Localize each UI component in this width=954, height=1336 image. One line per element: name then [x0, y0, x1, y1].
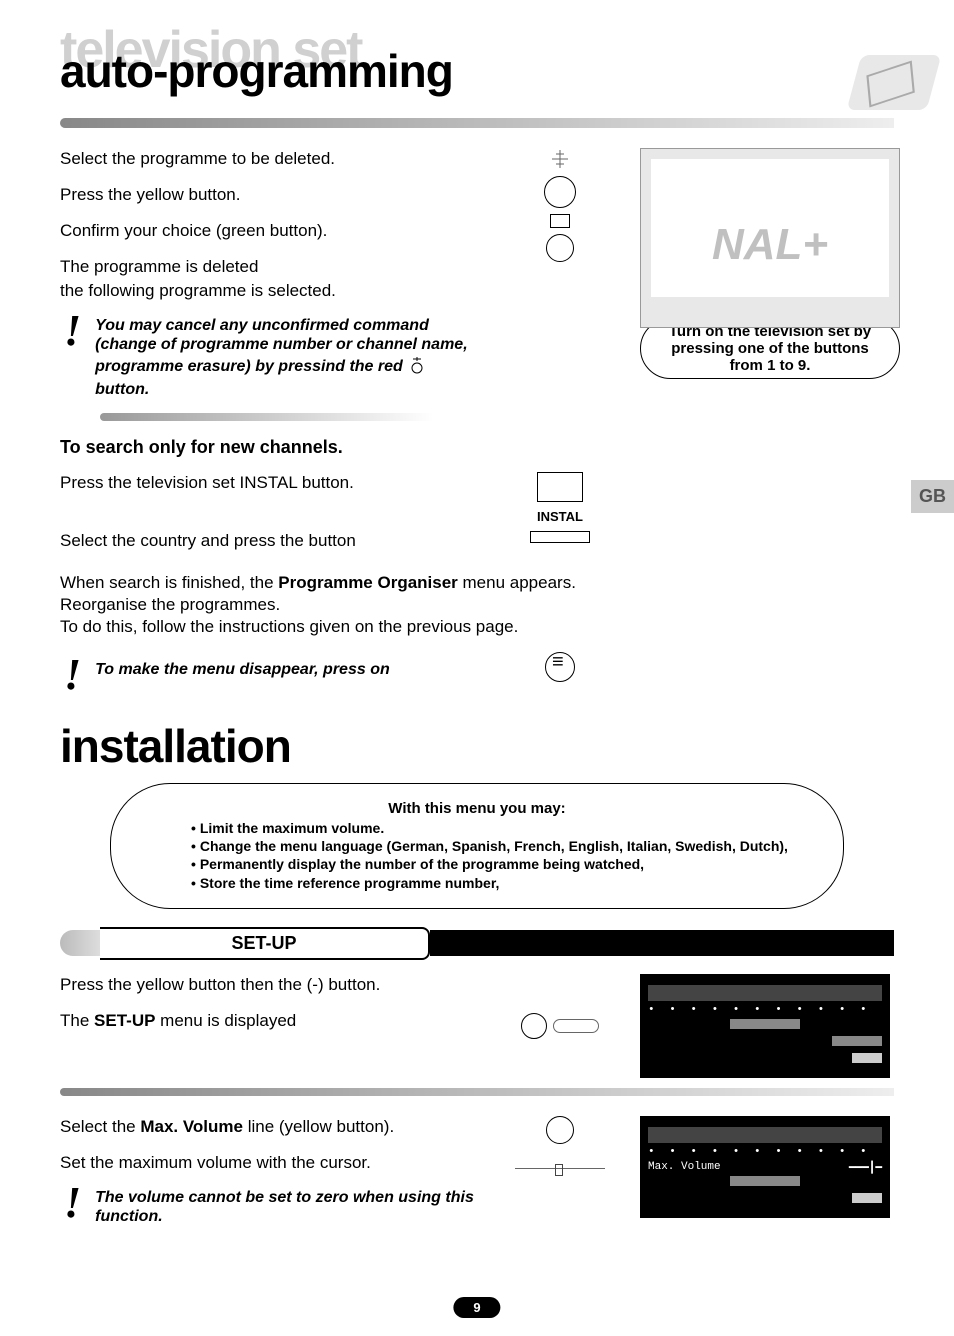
yellow-button-icon: [521, 1013, 547, 1039]
tv-illustration: NAL+: [640, 148, 900, 328]
separator: [60, 118, 894, 128]
red-button-icon: [407, 354, 427, 379]
menu-desc-lead: With this menu you may:: [161, 800, 793, 817]
installation-title: installation: [60, 719, 894, 773]
pencil-icon: [847, 55, 942, 110]
osd-maxvol-label: Max. Volume: [648, 1161, 721, 1173]
setup-banner: SET-UP: [60, 927, 894, 960]
yellow-button-icon: [544, 176, 576, 208]
delete-step-3: Confirm your choice (green button).: [60, 220, 480, 242]
search-step-2: Select the country and press the button: [60, 530, 480, 552]
menu-desc-item: Limit the maximum volume.: [191, 819, 793, 837]
instal-button-icon: [537, 472, 583, 502]
delete-step-2: Press the yellow button.: [60, 184, 480, 206]
title-block: television set auto-programming: [60, 30, 894, 98]
setup-step-2: The SET-UP menu is displayed: [60, 1010, 480, 1032]
slider-icon: [515, 1162, 605, 1176]
menu-description-box: With this menu you may: Limit the maximu…: [110, 783, 844, 909]
delete-result-1: The programme is deleted: [60, 256, 480, 278]
main-title: auto-programming: [60, 44, 894, 98]
separator: [100, 413, 434, 421]
search-result: When search is finished, the Programme O…: [60, 572, 620, 638]
exclamation-icon: !: [60, 660, 85, 691]
setup-osd: • • • • • • • • • • •: [640, 974, 890, 1078]
cursor-cross-icon: [550, 148, 570, 170]
setup-banner-label: SET-UP: [100, 927, 430, 960]
menu-close-note: To make the menu disappear, press on: [95, 660, 390, 679]
exclamation-icon: !: [60, 1188, 85, 1219]
tv-brand: NAL+: [641, 220, 899, 270]
green-button-icon: [550, 214, 570, 228]
separator: [60, 1088, 894, 1096]
confirm-button-icon: [546, 234, 574, 262]
country-button-icon: [530, 531, 590, 543]
yellow-button-icon: [546, 1116, 574, 1144]
maxvol-step-1: Select the Max. Volume line (yellow butt…: [60, 1116, 480, 1138]
menu-desc-item: Permanently display the number of the pr…: [191, 855, 793, 873]
search-heading: To search only for new channels.: [60, 437, 894, 458]
menu-desc-item: Change the menu language (German, Spanis…: [191, 837, 793, 855]
maxvol-osd: • • • • • • • • • • • Max. Volume ━━━┃━: [640, 1116, 890, 1218]
instal-label: INSTAL: [500, 509, 620, 524]
menu-desc-item: Store the time reference programme numbe…: [191, 874, 793, 892]
remote-icons: [500, 148, 620, 262]
page-number: 9: [453, 1297, 500, 1318]
language-tab: GB: [911, 480, 954, 513]
exclamation-icon: !: [60, 316, 85, 347]
minus-button-icon: [553, 1019, 599, 1033]
delete-result-2: the following programme is selected.: [60, 280, 480, 302]
setup-step-1: Press the yellow button then the (-) but…: [60, 974, 480, 996]
maxvol-note: The volume cannot be set to zero when us…: [95, 1188, 480, 1226]
cancel-note: You may cancel any unconfirmed command (…: [95, 316, 480, 399]
search-step-1: Press the television set INSTAL button.: [60, 472, 480, 494]
delete-step-1: Select the programme to be deleted.: [60, 148, 480, 170]
menu-button-icon: [545, 652, 575, 682]
maxvol-step-2: Set the maximum volume with the cursor.: [60, 1152, 480, 1174]
